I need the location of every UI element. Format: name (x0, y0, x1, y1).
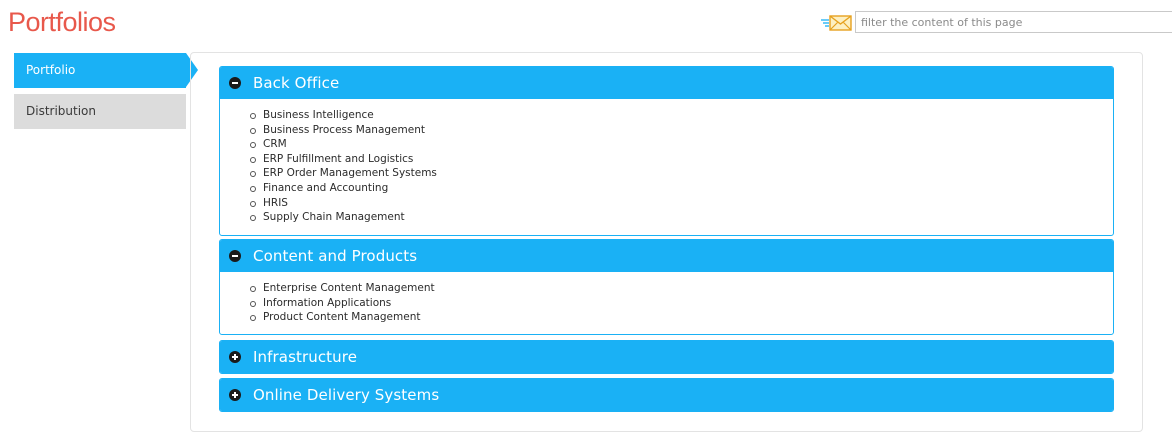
list-item: ERP Order Management Systems (246, 166, 1113, 181)
section-body: Enterprise Content Management Informatio… (220, 272, 1113, 325)
sidebar-item-label: Distribution (26, 104, 97, 118)
page-title: Portfolios (8, 7, 116, 37)
list-item: Business Intelligence (246, 108, 1113, 123)
list-item: CRM (246, 137, 1113, 152)
filter-input[interactable] (855, 11, 1172, 33)
list-item: Information Applications (246, 296, 1113, 311)
section-title: Online Delivery Systems (253, 386, 440, 404)
sidebar: Portfolio Distribution (14, 53, 198, 135)
mail-icon[interactable] (820, 11, 852, 33)
list-item: Business Process Management (246, 123, 1113, 138)
item-list: Business Intelligence Business Process M… (246, 108, 1113, 225)
plus-circle-icon[interactable] (229, 351, 241, 363)
list-item: Finance and Accounting (246, 181, 1113, 196)
filter-bar (820, 11, 1172, 33)
section-body: Business Intelligence Business Process M… (220, 99, 1113, 225)
plus-circle-icon[interactable] (229, 389, 241, 401)
list-item: HRIS (246, 196, 1113, 211)
list-item: ERP Fulfillment and Logistics (246, 152, 1113, 167)
list-item: Product Content Management (246, 310, 1113, 325)
section-title: Back Office (253, 74, 340, 92)
section-infrastructure: Infrastructure (219, 340, 1114, 374)
minus-circle-icon[interactable] (229, 77, 241, 89)
section-online-delivery-systems: Online Delivery Systems (219, 378, 1114, 412)
sidebar-item-distribution[interactable]: Distribution (14, 94, 186, 129)
section-header[interactable]: Infrastructure (220, 341, 1113, 373)
section-content-and-products: Content and Products Enterprise Content … (219, 239, 1114, 335)
minus-circle-icon[interactable] (229, 250, 241, 262)
section-header[interactable]: Content and Products (220, 240, 1113, 272)
section-header[interactable]: Online Delivery Systems (220, 379, 1113, 411)
section-title: Content and Products (253, 247, 418, 265)
section-title: Infrastructure (253, 348, 358, 366)
sidebar-item-portfolio[interactable]: Portfolio (14, 53, 198, 88)
item-list: Enterprise Content Management Informatio… (246, 281, 1113, 325)
list-item: Supply Chain Management (246, 210, 1113, 225)
section-header[interactable]: Back Office (220, 67, 1113, 99)
portfolio-panel: Back Office Business Intelligence Busine… (190, 52, 1143, 432)
sidebar-item-label: Portfolio (26, 63, 76, 77)
list-item: Enterprise Content Management (246, 281, 1113, 296)
section-back-office: Back Office Business Intelligence Busine… (219, 66, 1114, 236)
